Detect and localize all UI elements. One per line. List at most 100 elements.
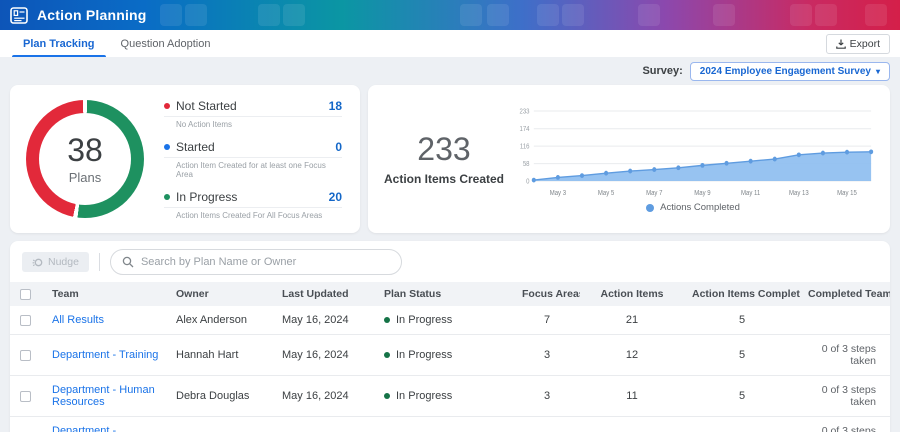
tab-plan-tracking[interactable]: Plan Tracking <box>10 30 108 57</box>
toolbar-divider <box>98 253 100 271</box>
plan-status-cell: In Progress <box>376 306 514 335</box>
donut-legend-item: Started 0 Action Item Created for at least… <box>164 140 342 179</box>
status-dot-icon <box>384 317 390 323</box>
legend-dot-icon <box>164 143 170 150</box>
focus-areas-cell: 3 <box>514 375 580 417</box>
col-focus-areas: Focus Areas <box>514 282 580 306</box>
export-button-label: Export <box>849 37 880 50</box>
col-action-items-completed: Action Items Completed <box>684 282 800 306</box>
nudge-button-label: Nudge <box>48 256 79 268</box>
status-label: In Progress <box>396 349 453 361</box>
chevron-down-icon: ▾ <box>875 66 880 76</box>
legend-dot-icon <box>164 102 170 109</box>
table-row: All Results Alex Anderson May 16, 2024 I… <box>10 306 890 335</box>
plans-table: Team Owner Last Updated Plan Status Focu… <box>10 282 890 432</box>
svg-text:May 11: May 11 <box>741 190 761 198</box>
svg-text:174: 174 <box>519 126 529 134</box>
table-row: Department - Executives/Directors Roger … <box>10 416 890 432</box>
col-last-updated: Last Updated <box>274 282 376 306</box>
team-link[interactable]: Department - Executives/Directors <box>52 425 152 432</box>
search-input[interactable] <box>140 256 390 268</box>
action-items-completed-cell: 5 <box>684 375 800 417</box>
owner-cell: Roger Richardson <box>168 416 274 432</box>
table-row: Department - Human Resources Debra Dougl… <box>10 375 890 417</box>
svg-text:58: 58 <box>523 161 530 169</box>
owner-cell: Alex Anderson <box>168 306 274 335</box>
app-header: Action Planning <box>0 0 900 30</box>
action-items-completed-cell: 5 <box>684 306 800 335</box>
action-planning-icon <box>10 6 29 24</box>
donut-legend: Not Started 18 No Action Items Started 0 Acti… <box>164 99 342 220</box>
focus-areas-cell: 7 <box>514 306 580 335</box>
plans-count: 38 <box>67 131 103 168</box>
last-updated-cell: May 16, 2024 <box>274 306 376 335</box>
status-dot-icon <box>384 393 390 399</box>
select-all-checkbox[interactable] <box>20 288 31 300</box>
legend-dot-icon <box>646 203 655 212</box>
steps-cell: 0 of 3 steps taken <box>800 334 890 376</box>
action-items-completed-cell: 5 <box>684 334 800 376</box>
legend-item-value: 20 <box>328 189 342 204</box>
summary-cards: 38 Plans Not Started 18 No Action Items Sta… <box>0 85 900 233</box>
legend-item-sublabel: No Action Items <box>176 119 233 129</box>
survey-dropdown[interactable]: 2024 Employee Engagement Survey ▾ <box>689 61 890 81</box>
col-plan-status: Plan Status <box>376 282 514 306</box>
page-title: Action Planning <box>37 7 147 23</box>
plans-count-label: Plans <box>68 169 102 185</box>
export-button[interactable]: Export <box>825 33 890 54</box>
action-items-completed-cell: 5 <box>684 416 800 432</box>
steps-cell <box>800 306 890 335</box>
owner-cell: Hannah Hart <box>168 334 274 376</box>
status-dot-icon <box>384 352 390 358</box>
legend-item-sublabel: Action Item Created for at least one Foc… <box>176 160 326 179</box>
legend-item-label: Started <box>176 139 215 154</box>
plans-status-card: 38 Plans Not Started 18 No Action Items Sta… <box>10 85 360 233</box>
action-items-cell: 21 <box>580 306 684 335</box>
survey-label: Survey: <box>642 65 683 77</box>
svg-text:May 13: May 13 <box>789 190 809 198</box>
col-action-items: Action Items <box>580 282 684 306</box>
action-items-count: 233 <box>417 130 471 167</box>
legend-item-sublabel: Action Items Created For All Focus Areas <box>176 210 323 220</box>
plan-status-cell: In Progress <box>376 416 514 432</box>
row-checkbox[interactable] <box>20 390 31 402</box>
svg-text:May 7: May 7 <box>646 190 663 198</box>
nudge-button[interactable]: Nudge <box>22 252 89 272</box>
table-toolbar: Nudge <box>10 241 890 282</box>
owner-cell: Debra Douglas <box>168 375 274 417</box>
table-header-row: Team Owner Last Updated Plan Status Focu… <box>10 282 890 306</box>
action-items-cell: 11 <box>580 375 684 417</box>
status-label: In Progress <box>396 390 453 402</box>
legend-label: Actions Completed <box>660 202 740 213</box>
svg-text:116: 116 <box>520 143 530 151</box>
team-link[interactable]: All Results <box>52 314 104 326</box>
last-updated-cell: May 16, 2024 <box>274 375 376 417</box>
col-owner: Owner <box>168 282 274 306</box>
search-box <box>109 249 402 275</box>
donut-legend-item: Not Started 18 No Action Items <box>164 99 342 129</box>
plans-table-panel: Nudge Team Owner Last Updated Plan <box>10 241 890 432</box>
nudge-icon <box>32 257 43 268</box>
donut-center: 38 Plans <box>39 113 131 205</box>
team-link[interactable]: Department - Human Resources <box>52 384 155 408</box>
last-updated-cell: May 16, 2024 <box>274 334 376 376</box>
svg-text:0: 0 <box>526 178 530 186</box>
legend-item-value: 0 <box>335 139 342 154</box>
team-link[interactable]: Department - Training <box>52 349 158 361</box>
action-items-headline: 233 Action Items Created <box>380 133 508 186</box>
chart-legend: Actions Completed <box>508 202 878 213</box>
donut-legend-item: In Progress 20 Action Items Created For Al… <box>164 190 342 220</box>
row-checkbox[interactable] <box>20 349 31 361</box>
search-icon <box>122 256 134 268</box>
action-items-card: 233 Action Items Created 0 58 116 174 233 May… <box>368 85 890 233</box>
table-row: Department - Training Hannah Hart May 16… <box>10 334 890 376</box>
survey-row: Survey: 2024 Employee Engagement Survey … <box>0 57 900 85</box>
svg-text:May 15: May 15 <box>837 190 857 198</box>
svg-text:May 9: May 9 <box>694 190 711 198</box>
actions-completed-chart: 0 58 116 174 233 May 3 May 5 May 7 May 9 May 11 Ma… <box>508 105 878 213</box>
svg-text:May 5: May 5 <box>598 190 615 198</box>
row-checkbox[interactable] <box>20 314 31 326</box>
legend-item-value: 18 <box>328 98 342 113</box>
plan-status-cell: In Progress <box>376 375 514 417</box>
tab-question-adoption[interactable]: Question Adoption <box>108 30 224 57</box>
